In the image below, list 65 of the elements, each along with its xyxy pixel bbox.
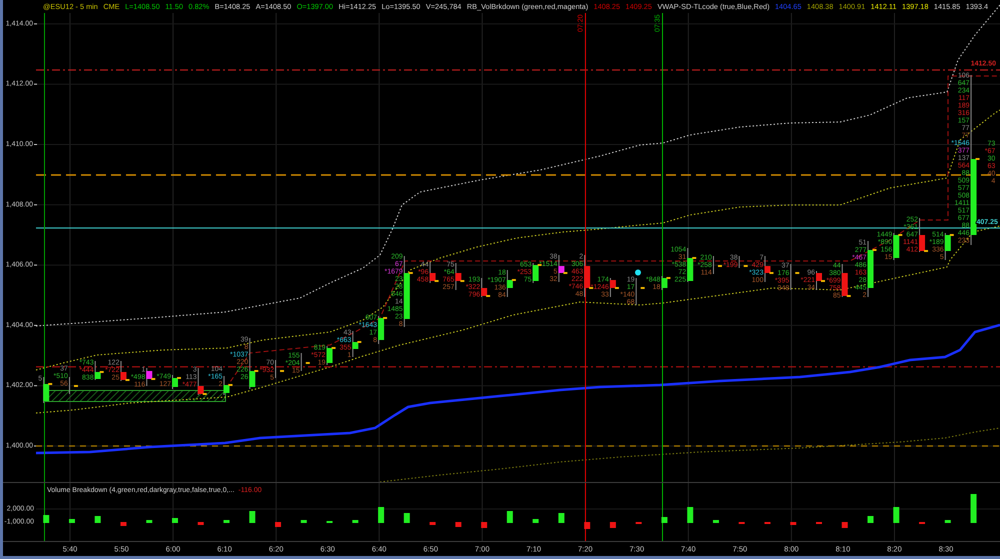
volume-bar — [790, 522, 796, 525]
volume-bar — [558, 513, 564, 523]
volume-bar — [506, 511, 513, 523]
volume-bar — [172, 518, 178, 523]
volume-bar — [610, 522, 616, 528]
candlestick — [738, 256, 748, 268]
candlestick — [249, 338, 258, 390]
volume-bar — [120, 522, 126, 526]
volume-bar — [842, 522, 848, 528]
volume-bar — [275, 522, 282, 527]
volume-bar — [300, 520, 307, 523]
volume-bar — [249, 511, 256, 523]
candlestick — [842, 264, 851, 298]
candlestick — [868, 240, 877, 298]
volume-bar — [893, 507, 900, 523]
volume-bar — [532, 519, 539, 523]
candlestick — [94, 360, 104, 380]
candlestick — [893, 232, 902, 260]
candlestick — [120, 360, 130, 382]
candlestick — [430, 262, 439, 284]
volume-bar — [712, 520, 719, 523]
candlestick — [816, 270, 825, 290]
candlestick — [610, 278, 619, 298]
volume-bar — [687, 507, 694, 523]
volume-bar — [430, 522, 436, 525]
candlestick — [687, 248, 696, 282]
candlestick — [198, 368, 207, 396]
candlestick — [636, 278, 645, 306]
candlestick — [146, 368, 156, 386]
candlestick — [944, 232, 954, 260]
dot-icon — [635, 270, 641, 276]
candlestick — [712, 256, 722, 274]
volume-bar — [404, 513, 410, 523]
candlestick — [764, 256, 774, 282]
volume-bar — [944, 520, 951, 523]
volume-bar — [481, 522, 488, 528]
candlestick — [352, 330, 362, 358]
candlestick — [224, 376, 233, 396]
volume-bar — [455, 522, 462, 527]
candlestick — [43, 376, 52, 404]
candlestick — [506, 270, 516, 298]
volume-bar — [198, 522, 204, 525]
candlestick — [404, 256, 413, 328]
volume-bar — [224, 520, 230, 523]
volume-bar — [970, 494, 977, 523]
candlestick — [558, 254, 568, 282]
candlestick — [275, 360, 284, 378]
candlestick — [68, 376, 78, 394]
volume-bar — [661, 517, 668, 523]
volume-bar — [68, 519, 75, 523]
candlestick — [919, 218, 928, 252]
candlestick — [378, 316, 388, 344]
volume-bar — [868, 516, 874, 523]
volume-bar — [94, 516, 101, 523]
candlestick — [172, 374, 181, 390]
volume-bar — [352, 520, 358, 523]
volume-bar — [43, 515, 50, 523]
candlestick — [455, 262, 464, 290]
candlestick — [661, 276, 670, 290]
candlestick — [326, 346, 336, 366]
candlestick — [790, 264, 800, 290]
volume-bar — [584, 522, 590, 529]
volume-bar — [378, 507, 384, 523]
volume-bar — [146, 520, 152, 523]
candlestick — [300, 352, 310, 372]
